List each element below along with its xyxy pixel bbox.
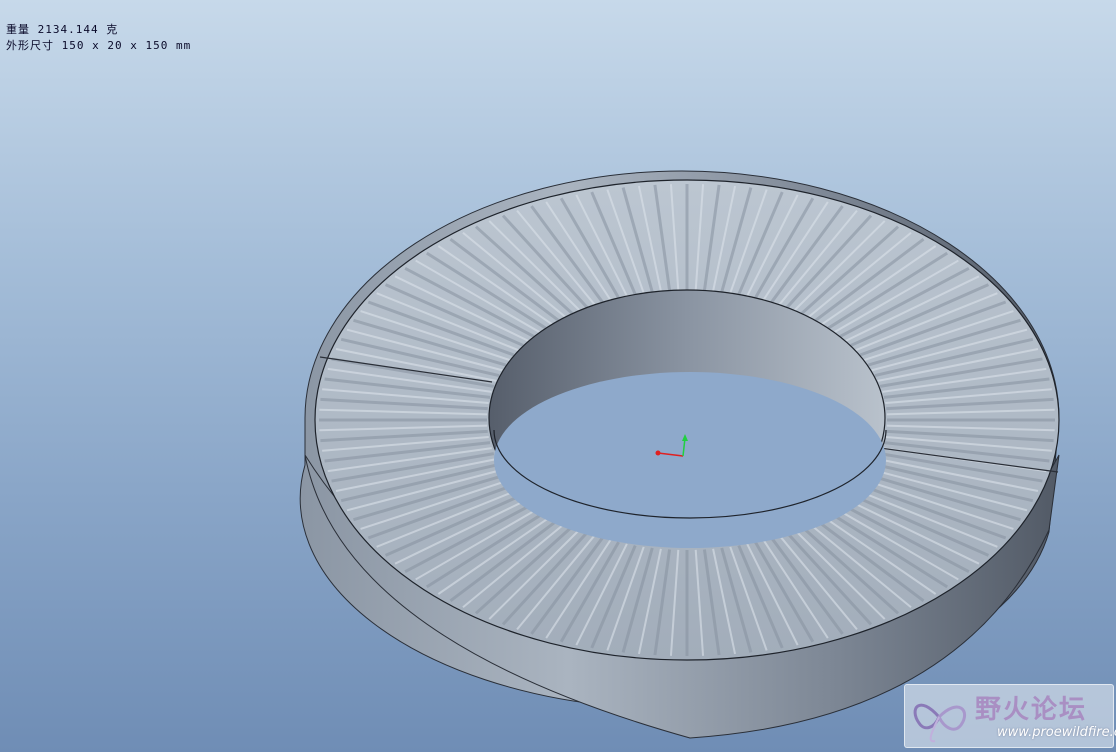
butterfly-logo-icon [913, 703, 967, 743]
graphics-viewport[interactable]: 重量 2134.144 克 外形尺寸 150 x 20 x 150 mm 野火论… [0, 0, 1116, 752]
center-hole [488, 289, 887, 548]
forum-watermark: 野火论坛 www.proewildfire.cn [904, 684, 1116, 748]
washer-model[interactable] [0, 0, 1116, 752]
watermark-title: 野火论坛 [975, 695, 1088, 725]
watermark-url: www.proewildfire.cn [997, 725, 1116, 740]
